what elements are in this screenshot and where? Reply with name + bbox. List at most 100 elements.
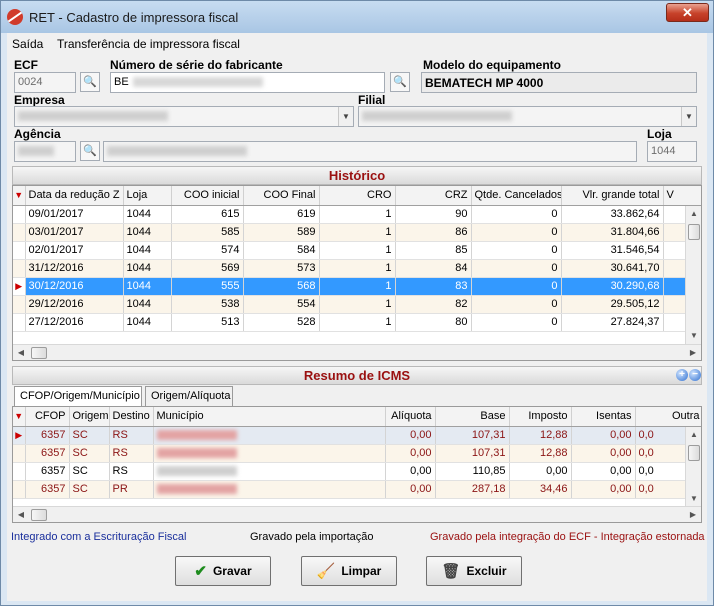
- scroll-down-icon[interactable]: ▼: [686, 328, 701, 344]
- ecf-field[interactable]: 0024: [14, 72, 76, 93]
- icms-grid[interactable]: ▼ CFOP Origem Destino Município Alíquota…: [12, 406, 702, 523]
- agencia-redacted: [18, 146, 54, 157]
- scroll-left-icon[interactable]: ◀: [13, 507, 29, 522]
- historico-vscroll[interactable]: ▲ ▼: [685, 206, 701, 344]
- table-row[interactable]: 02/01/2017 1044 574 584 1 85 0 31.546,54: [13, 241, 701, 260]
- historico-grid[interactable]: ▼ Data da redução Z Loja COO inicial COO…: [12, 185, 702, 361]
- title-bar: RET - Cadastro de impressora fiscal ✕: [1, 1, 713, 33]
- zoom-out-icon[interactable]: −: [689, 369, 701, 381]
- historico-header-row: ▼ Data da redução Z Loja COO inicial COO…: [13, 186, 701, 206]
- table-row[interactable]: 27/12/2016 1044 513 528 1 80 0 27.824,37: [13, 313, 701, 332]
- col-header[interactable]: Alíquota: [385, 407, 436, 427]
- icms-title: Resumo de ICMS: [12, 366, 702, 385]
- gravar-label: Gravar: [212, 564, 252, 578]
- col-header[interactable]: COO Final: [243, 186, 320, 206]
- gravar-button[interactable]: ✔ Gravar: [175, 556, 271, 586]
- serial-redacted: [132, 77, 263, 88]
- close-button[interactable]: ✕: [666, 3, 709, 22]
- scroll-right-icon[interactable]: ▶: [685, 507, 701, 522]
- col-header[interactable]: CRO: [319, 186, 396, 206]
- col-header[interactable]: CFOP: [25, 407, 70, 427]
- app-logo-icon: [7, 9, 23, 25]
- municipio-redacted: [156, 484, 237, 495]
- table-row-selected[interactable]: ▶ 6357 SC RS 0,00 107,31 12,88 0,00 0,0: [13, 426, 701, 445]
- scroll-down-icon[interactable]: ▼: [686, 491, 701, 507]
- col-header[interactable]: Loja: [123, 186, 172, 206]
- col-header[interactable]: Vlr. grande total: [561, 186, 664, 206]
- table-row[interactable]: 29/12/2016 1044 538 554 1 82 0 29.505,12: [13, 295, 701, 314]
- col-header[interactable]: COO inicial: [171, 186, 244, 206]
- empresa-combo[interactable]: ▼: [14, 106, 354, 127]
- col-header[interactable]: Base: [435, 407, 510, 427]
- menu-bar: Saída Transferência de impressora fiscal: [7, 33, 707, 53]
- status-legend: Integrado com a Escrituração Fiscal Grav…: [7, 529, 707, 545]
- tab-cfop[interactable]: CFOP/Origem/Município: [14, 386, 142, 407]
- empresa-label: Empresa: [14, 93, 65, 107]
- zoom-in-icon[interactable]: +: [676, 369, 688, 381]
- agencia-label: Agência: [14, 127, 61, 141]
- agencia-code-field[interactable]: [14, 141, 76, 162]
- col-header[interactable]: CRZ: [395, 186, 472, 206]
- legend-estornada: Gravado pela integração do ECF - Integra…: [430, 531, 705, 543]
- loja-field: 1044: [647, 141, 697, 162]
- row-pointer-icon: ▶: [13, 277, 26, 296]
- col-header[interactable]: Outra: [635, 407, 701, 427]
- col-header[interactable]: Data da redução Z: [25, 186, 124, 206]
- serial-value: BE: [114, 76, 129, 88]
- excluir-button[interactable]: 🗑 Excluir: [426, 556, 522, 586]
- chevron-down-icon[interactable]: ▼: [338, 107, 353, 126]
- table-row[interactable]: 6357 SC PR 0,00 287,18 34,46 0,00 0,0: [13, 480, 701, 499]
- icms-header-row: ▼ CFOP Origem Destino Município Alíquota…: [13, 407, 701, 427]
- serial-search-icon[interactable]: 🔍: [390, 72, 410, 92]
- table-row-selected[interactable]: ▶ 30/12/2016 1044 555 568 1 83 0 30.290,68: [13, 277, 701, 296]
- filial-combo[interactable]: ▼: [358, 106, 697, 127]
- scroll-thumb[interactable]: [688, 224, 700, 240]
- ecf-label: ECF: [14, 58, 38, 72]
- sort-indicator-icon[interactable]: ▼: [13, 186, 26, 206]
- main-window: RET - Cadastro de impressora fiscal ✕ Sa…: [0, 0, 714, 606]
- col-header[interactable]: V: [663, 186, 701, 206]
- scroll-up-icon[interactable]: ▲: [686, 427, 701, 443]
- client-area: Saída Transferência de impressora fiscal…: [7, 33, 707, 601]
- icms-hscroll[interactable]: ◀ ▶: [13, 506, 701, 522]
- historico-hscroll[interactable]: ◀ ▶: [13, 344, 701, 360]
- limpar-button[interactable]: 🧹 Limpar: [301, 556, 397, 586]
- col-header[interactable]: Isentas: [571, 407, 636, 427]
- table-row[interactable]: 09/01/2017 1044 615 619 1 90 0 33.862,64: [13, 205, 701, 224]
- col-header[interactable]: Origem: [69, 407, 110, 427]
- menu-saida[interactable]: Saída: [12, 37, 43, 51]
- excluir-label: Excluir: [466, 564, 507, 578]
- icms-vscroll[interactable]: ▲ ▼: [685, 427, 701, 507]
- modelo-field: BEMATECH MP 4000: [421, 72, 697, 93]
- broom-icon: 🧹: [316, 563, 336, 580]
- filial-label: Filial: [358, 93, 386, 107]
- col-header[interactable]: Qtde. Cancelados: [471, 186, 562, 206]
- ecf-search-icon[interactable]: 🔍: [80, 72, 100, 92]
- legend-gravado: Gravado pela importação: [250, 531, 374, 543]
- col-header[interactable]: Imposto: [509, 407, 572, 427]
- scroll-right-icon[interactable]: ▶: [685, 345, 701, 360]
- agencia-search-icon[interactable]: 🔍: [80, 141, 100, 161]
- scroll-thumb[interactable]: [688, 445, 700, 461]
- sort-indicator-icon[interactable]: ▼: [13, 407, 26, 427]
- agencia-name-redacted: [107, 146, 247, 157]
- scroll-left-icon[interactable]: ◀: [13, 345, 29, 360]
- chevron-down-icon[interactable]: ▼: [681, 107, 696, 126]
- scroll-thumb[interactable]: [31, 347, 47, 359]
- table-row[interactable]: 03/01/2017 1044 585 589 1 86 0 31.804,66: [13, 223, 701, 242]
- historico-title: Histórico: [12, 166, 702, 185]
- table-row[interactable]: 31/12/2016 1044 569 573 1 84 0 30.641,70: [13, 259, 701, 278]
- scroll-up-icon[interactable]: ▲: [686, 206, 701, 222]
- window-title: RET - Cadastro de impressora fiscal: [29, 10, 239, 25]
- menu-transferencia[interactable]: Transferência de impressora fiscal: [57, 37, 240, 51]
- table-row[interactable]: 6357 SC RS 0,00 110,85 0,00 0,00 0,0: [13, 462, 701, 481]
- tab-origem-aliquota[interactable]: Origem/Alíquota: [145, 386, 233, 406]
- serial-field[interactable]: BE: [110, 72, 385, 93]
- col-header[interactable]: Município: [153, 407, 386, 427]
- table-row[interactable]: 6357 SC RS 0,00 107,31 12,88 0,00 0,0: [13, 444, 701, 463]
- limpar-label: Limpar: [341, 564, 382, 578]
- col-header[interactable]: Destino: [109, 407, 154, 427]
- scroll-thumb[interactable]: [31, 509, 47, 521]
- checkmark-icon: ✔: [194, 563, 207, 580]
- loja-label: Loja: [647, 127, 672, 141]
